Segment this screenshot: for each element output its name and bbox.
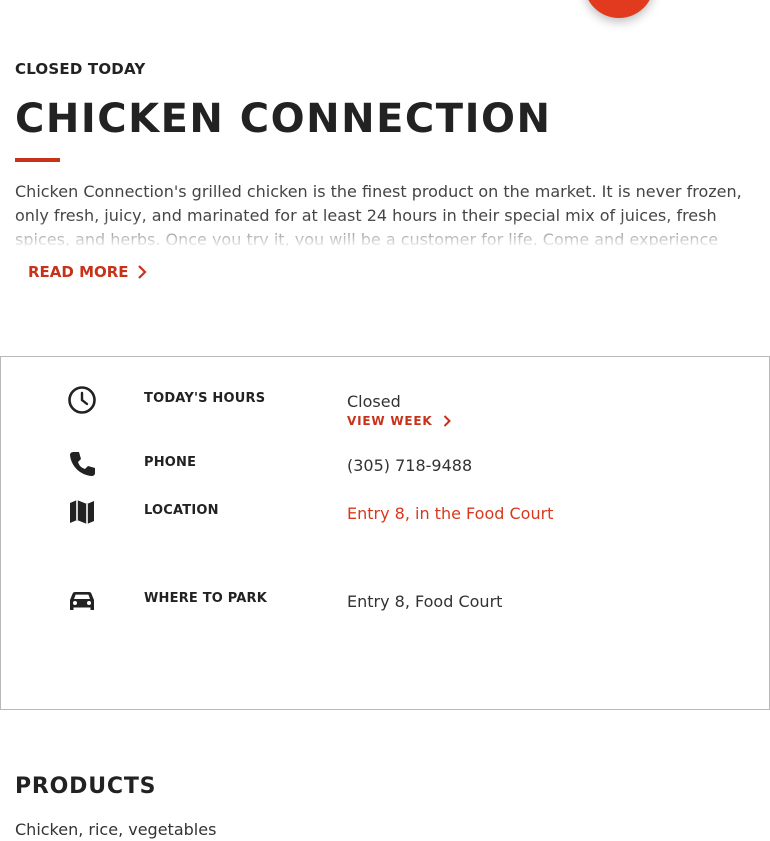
read-more-link[interactable]: READ MORE xyxy=(28,263,147,281)
title-underline xyxy=(15,158,60,162)
info-card: TODAY'S HOURS Closed VIEW WEEK PHONE (30… xyxy=(0,356,770,710)
description-container: Chicken Connection's grilled chicken is … xyxy=(15,180,745,246)
restaurant-name: CHICKEN CONNECTION xyxy=(15,96,552,142)
hours-value: Closed xyxy=(347,392,401,411)
restaurant-description: Chicken Connection's grilled chicken is … xyxy=(15,182,742,246)
read-more-label: READ MORE xyxy=(28,263,129,281)
car-icon xyxy=(67,585,97,615)
parking-value: Entry 8, Food Court xyxy=(347,592,503,611)
view-week-link[interactable]: VIEW WEEK xyxy=(347,414,451,428)
phone-value: (305) 718-9488 xyxy=(347,456,473,475)
phone-label: PHONE xyxy=(144,455,197,470)
location-link[interactable]: Entry 8, in the Food Court xyxy=(347,504,553,523)
floating-action-button[interactable] xyxy=(584,0,654,18)
view-week-label: VIEW WEEK xyxy=(347,414,433,428)
products-heading: PRODUCTS xyxy=(15,774,157,799)
hours-label: TODAY'S HOURS xyxy=(144,391,266,406)
parking-label: WHERE TO PARK xyxy=(144,591,268,606)
location-label: LOCATION xyxy=(144,503,219,518)
phone-icon xyxy=(67,449,97,479)
products-list: Chicken, rice, vegetables xyxy=(15,820,217,839)
chevron-right-icon xyxy=(443,415,451,427)
chevron-right-icon xyxy=(137,265,147,279)
open-status: CLOSED TODAY xyxy=(15,60,146,78)
clock-icon xyxy=(67,385,97,415)
map-icon xyxy=(67,497,97,527)
